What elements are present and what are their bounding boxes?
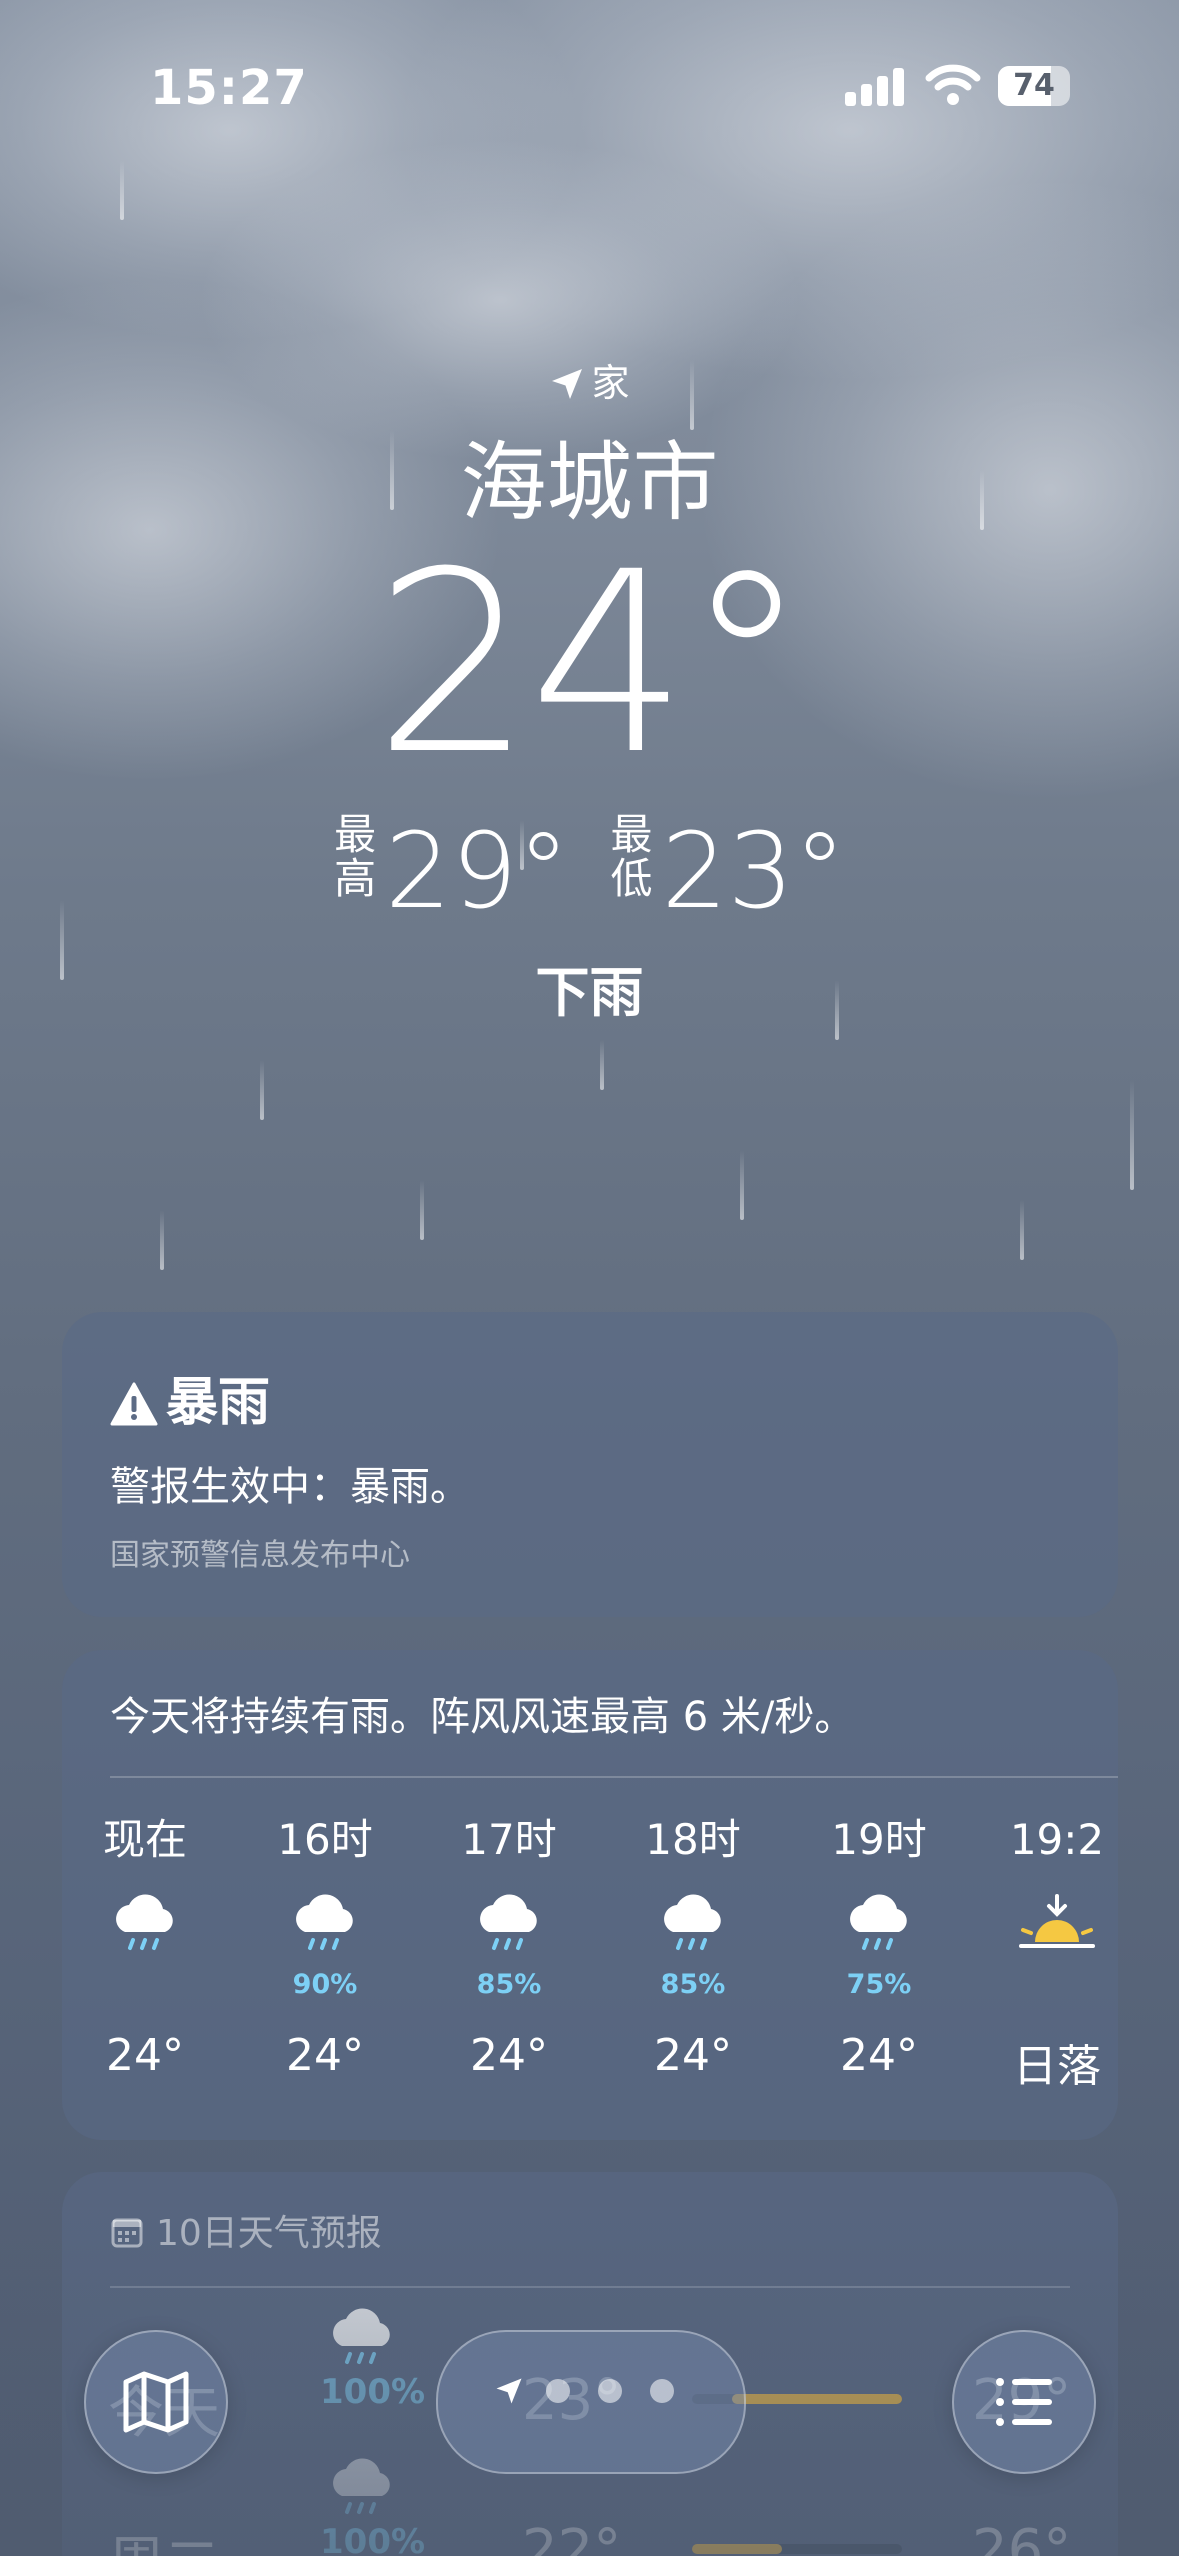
- hour-temp: 日落: [1013, 2041, 1101, 2092]
- rain-streak: [260, 1060, 264, 1120]
- alert-title-text: 暴雨: [166, 1373, 271, 1433]
- list-icon: [996, 2378, 1052, 2426]
- weather-screen: 15:27 74 家 海城市 24° 最高29° 最低23° 下雨 暴雨 警报生效…: [0, 0, 1179, 2556]
- hour-label: 现在: [102, 1815, 187, 1864]
- location-label: 家: [591, 361, 630, 405]
- page-indicator[interactable]: [436, 2330, 746, 2474]
- rain-streak: [1130, 1080, 1134, 1190]
- precip-chance: 100%: [320, 2522, 426, 2556]
- high-temp: 29°: [385, 810, 570, 932]
- rain-streak: [1020, 1200, 1024, 1260]
- forecast-low: 22°: [522, 2518, 622, 2556]
- hourly-item: 19时 75% 24°: [804, 1810, 954, 2081]
- hourly-item: 18时 85% 24°: [618, 1810, 768, 2081]
- hour-label: 18时: [645, 1815, 741, 1864]
- forecast-high: 26°: [972, 2518, 1072, 2556]
- rain-cloud-icon: [333, 2458, 390, 2514]
- location-indicator: 家: [0, 352, 1179, 407]
- calendar-icon: [111, 2218, 143, 2248]
- rain-cloud-icon: [250, 1892, 400, 1972]
- hourly-item: 19:2 日落: [982, 1810, 1118, 2094]
- hour-label: 16时: [277, 1815, 373, 1864]
- hour-label: 19时: [831, 1815, 927, 1864]
- page-dot[interactable]: [546, 2379, 570, 2403]
- hour-temp: 24°: [654, 2030, 732, 2081]
- precip-chance: 100%: [320, 2372, 426, 2412]
- precip-chance: [982, 1968, 1118, 2002]
- low-label: 最低: [610, 810, 653, 903]
- precip-chance: 90%: [292, 1969, 358, 2000]
- low-temp: 23°: [661, 810, 846, 932]
- precip-chance: 85%: [660, 1969, 726, 2000]
- divider: [110, 1776, 1118, 1778]
- warning-triangle-icon: [110, 1382, 158, 1426]
- rain-streak: [740, 1150, 744, 1220]
- rain-streak: [120, 160, 124, 220]
- hourly-item: 17时 85% 24°: [434, 1810, 584, 2081]
- hour-temp: 24°: [286, 2030, 364, 2081]
- page-dot[interactable]: [650, 2379, 674, 2403]
- forecast-day: 周二: [108, 2518, 220, 2556]
- precip-chance: 75%: [846, 1969, 912, 2000]
- temp-range-bar: [692, 2544, 902, 2554]
- sunset-icon: [982, 1892, 1118, 1972]
- page-dot[interactable]: [598, 2379, 622, 2403]
- hourly-item: 16时 90% 24°: [250, 1810, 400, 2081]
- condition-text: 下雨: [535, 961, 644, 1024]
- rain-cloud-icon: [70, 1892, 220, 1972]
- map-button[interactable]: [84, 2330, 228, 2474]
- rain-cloud-icon: [618, 1892, 768, 1972]
- location-arrow-icon: [552, 369, 583, 399]
- alert-source: 国家预警信息发布中心: [110, 1538, 410, 1573]
- precip-chance: 85%: [476, 1969, 542, 2000]
- alert-card[interactable]: 暴雨 警报生效中：暴雨。 国家预警信息发布中心: [62, 1312, 1118, 1617]
- rain-streak: [420, 1180, 424, 1240]
- status-time: 15:27: [150, 60, 308, 116]
- hour-label: 19:2: [1009, 1815, 1105, 1864]
- high-label: 最高: [334, 810, 377, 903]
- ten-day-title: 10日天气预报: [110, 2204, 382, 2256]
- map-icon: [123, 2371, 189, 2433]
- high-low-temps: 最高29° 最低23°: [0, 810, 1179, 932]
- rain-cloud-icon: [804, 1892, 954, 1972]
- cellular-signal-icon: [845, 68, 905, 106]
- rain-streak: [160, 1210, 164, 1270]
- hourly-item: 现在 24°: [70, 1810, 220, 2081]
- hour-temp: 24°: [470, 2030, 548, 2081]
- rain-streak: [600, 1040, 604, 1090]
- hour-temp: 24°: [840, 2030, 918, 2081]
- wifi-icon: [925, 64, 981, 105]
- hourly-forecast-card[interactable]: 今天将持续有雨。阵风风速最高 6 米/秒。 现在 24° 16时 90% 24° 17时 8…: [62, 1650, 1118, 2140]
- ten-day-title-text: 10日天气预报: [156, 2213, 382, 2254]
- list-button[interactable]: [952, 2330, 1096, 2474]
- hourly-summary: 今天将持续有雨。阵风风速最高 6 米/秒。: [110, 1694, 855, 1740]
- precip-chance: [70, 1968, 220, 2002]
- divider: [110, 2286, 1070, 2288]
- location-arrow-icon: [496, 2378, 522, 2404]
- rain-cloud-icon: [434, 1892, 584, 1972]
- hourly-scroll[interactable]: 现在 24° 16时 90% 24° 17时 85% 24° 18时 85% 24° 19时 75% 24…: [62, 1810, 1118, 2130]
- alert-body: 警报生效中：暴雨。: [110, 1464, 470, 1510]
- alert-title: 暴雨: [110, 1360, 270, 1435]
- hour-temp: 24°: [106, 2030, 184, 2081]
- current-temperature: 24°: [373, 518, 809, 809]
- battery-icon: 74: [998, 66, 1070, 106]
- hour-label: 17时: [461, 1815, 557, 1864]
- battery-level: 74: [1013, 68, 1055, 103]
- rain-cloud-icon: [333, 2308, 390, 2364]
